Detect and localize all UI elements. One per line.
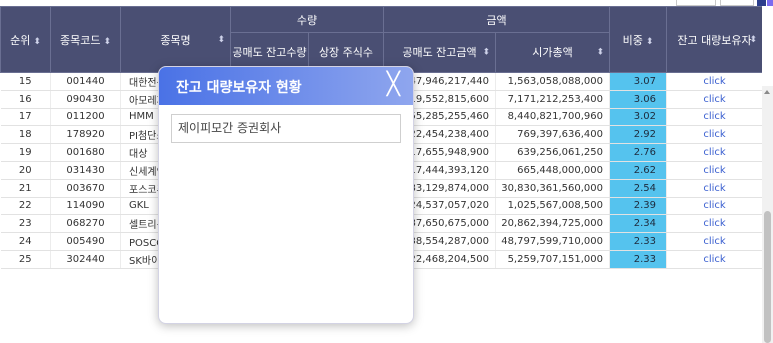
weight-cell: 2.62 xyxy=(609,161,667,180)
column-header-rank[interactable]: 순위 ⬍ xyxy=(0,6,51,73)
sort-updown-icon: ⬍ xyxy=(103,36,112,47)
rank-cell: 20 xyxy=(0,161,51,180)
market-cap-cell: 48,797,599,710,000 xyxy=(495,232,610,251)
rank-cell: 17 xyxy=(0,108,51,127)
market-cap-cell: 8,440,821,700,960 xyxy=(495,108,610,127)
weight-cell: 2.34 xyxy=(609,214,667,234)
holder-click-link[interactable]: click xyxy=(666,179,762,198)
rank-cell: 19 xyxy=(0,143,51,162)
holder-click-link[interactable]: click xyxy=(666,125,762,145)
rank-cell: 22 xyxy=(0,197,51,216)
scroll-up-arrow-icon[interactable] xyxy=(764,90,770,94)
code-cell: 001680 xyxy=(50,143,121,162)
weight-cell: 3.02 xyxy=(609,108,667,127)
weight-cell: 2.33 xyxy=(609,250,667,269)
market-cap-cell: 1,025,567,008,500 xyxy=(495,197,610,216)
rank-cell: 18 xyxy=(0,125,51,145)
market-cap-cell: 1,563,058,088,000 xyxy=(495,72,610,91)
weight-cell: 2.39 xyxy=(609,197,667,216)
holder-click-link[interactable]: click xyxy=(666,143,762,162)
market-cap-cell: 7,171,212,253,400 xyxy=(495,90,610,109)
market-cap-cell: 30,830,361,560,000 xyxy=(495,179,610,198)
code-cell: 031430 xyxy=(50,161,121,180)
rank-cell: 25 xyxy=(0,250,51,269)
weight-cell: 3.07 xyxy=(609,72,667,91)
market-cap-cell: 769,397,636,400 xyxy=(495,125,610,145)
modal-title: 잔고 대량보유자 현황 xyxy=(176,80,302,96)
rank-cell: 24 xyxy=(0,232,51,251)
rank-cell: 15 xyxy=(0,72,51,91)
market-cap-cell: 639,256,061,250 xyxy=(495,143,610,162)
code-cell: 178920 xyxy=(50,125,121,145)
code-cell: 003670 xyxy=(50,179,121,198)
weight-cell: 2.33 xyxy=(609,232,667,251)
code-cell: 090430 xyxy=(50,90,121,109)
column-header-code[interactable]: 종목코드 ⬍ xyxy=(50,6,121,73)
close-icon[interactable]: ╳ xyxy=(387,72,400,98)
holder-click-link[interactable]: click xyxy=(666,214,762,234)
holder-click-link[interactable]: click xyxy=(666,250,762,269)
code-cell: 068270 xyxy=(50,214,121,234)
holder-click-link[interactable]: click xyxy=(666,72,762,91)
rank-cell: 23 xyxy=(0,214,51,234)
code-cell: 001440 xyxy=(50,72,121,91)
sort-updown-icon: ⬍ xyxy=(596,47,604,57)
toolbar-button[interactable] xyxy=(767,0,773,6)
column-group-quantity: 수량 xyxy=(230,6,384,33)
code-cell: 005490 xyxy=(50,232,121,251)
market-cap-cell: 5,259,707,151,000 xyxy=(495,250,610,269)
market-cap-cell: 665,448,000,000 xyxy=(495,161,610,180)
column-header-name[interactable]: 종목명 ⬍ xyxy=(120,6,231,73)
weight-cell: 2.76 xyxy=(609,143,667,162)
code-cell: 114090 xyxy=(50,197,121,216)
holder-click-link[interactable]: click xyxy=(666,108,762,127)
sort-updown-icon: ⬍ xyxy=(645,36,654,47)
holder-modal: 잔고 대량보유자 현황 ╳ 제이피모간 증권회사 xyxy=(158,66,414,324)
holder-list-item: 제이피모간 증권회사 xyxy=(171,114,401,143)
scroll-thumb[interactable] xyxy=(764,211,771,343)
column-header-market-cap[interactable]: 시가총액 ⬍ xyxy=(495,32,610,73)
code-cell: 302440 xyxy=(50,250,121,269)
sort-updown-icon: ⬍ xyxy=(749,34,757,45)
sort-updown-icon: ⬍ xyxy=(33,36,41,47)
weight-cell: 2.54 xyxy=(609,179,667,198)
code-cell: 011200 xyxy=(50,108,121,127)
modal-body: 제이피모간 증권회사 xyxy=(159,105,413,152)
weight-cell: 2.92 xyxy=(609,125,667,145)
modal-header: 잔고 대량보유자 현황 ╳ xyxy=(159,67,413,105)
column-header-weight[interactable]: 비중 ⬍ xyxy=(609,6,667,73)
sort-updown-icon: ⬍ xyxy=(217,34,225,45)
holder-click-link[interactable]: click xyxy=(666,197,762,216)
rank-cell: 16 xyxy=(0,90,51,109)
holder-click-link[interactable]: click xyxy=(666,90,762,109)
sort-updown-icon: ⬍ xyxy=(482,47,490,57)
rank-cell: 21 xyxy=(0,179,51,198)
column-header-holder[interactable]: 잔고 대량보유자 ⬍ xyxy=(666,6,762,73)
holder-click-link[interactable]: click xyxy=(666,232,762,251)
weight-cell: 3.06 xyxy=(609,90,667,109)
holder-click-link[interactable]: click xyxy=(666,161,762,180)
market-cap-cell: 20,862,394,725,000 xyxy=(495,214,610,234)
column-group-amount: 금액 xyxy=(383,6,610,33)
vertical-scrollbar[interactable] xyxy=(762,86,773,343)
